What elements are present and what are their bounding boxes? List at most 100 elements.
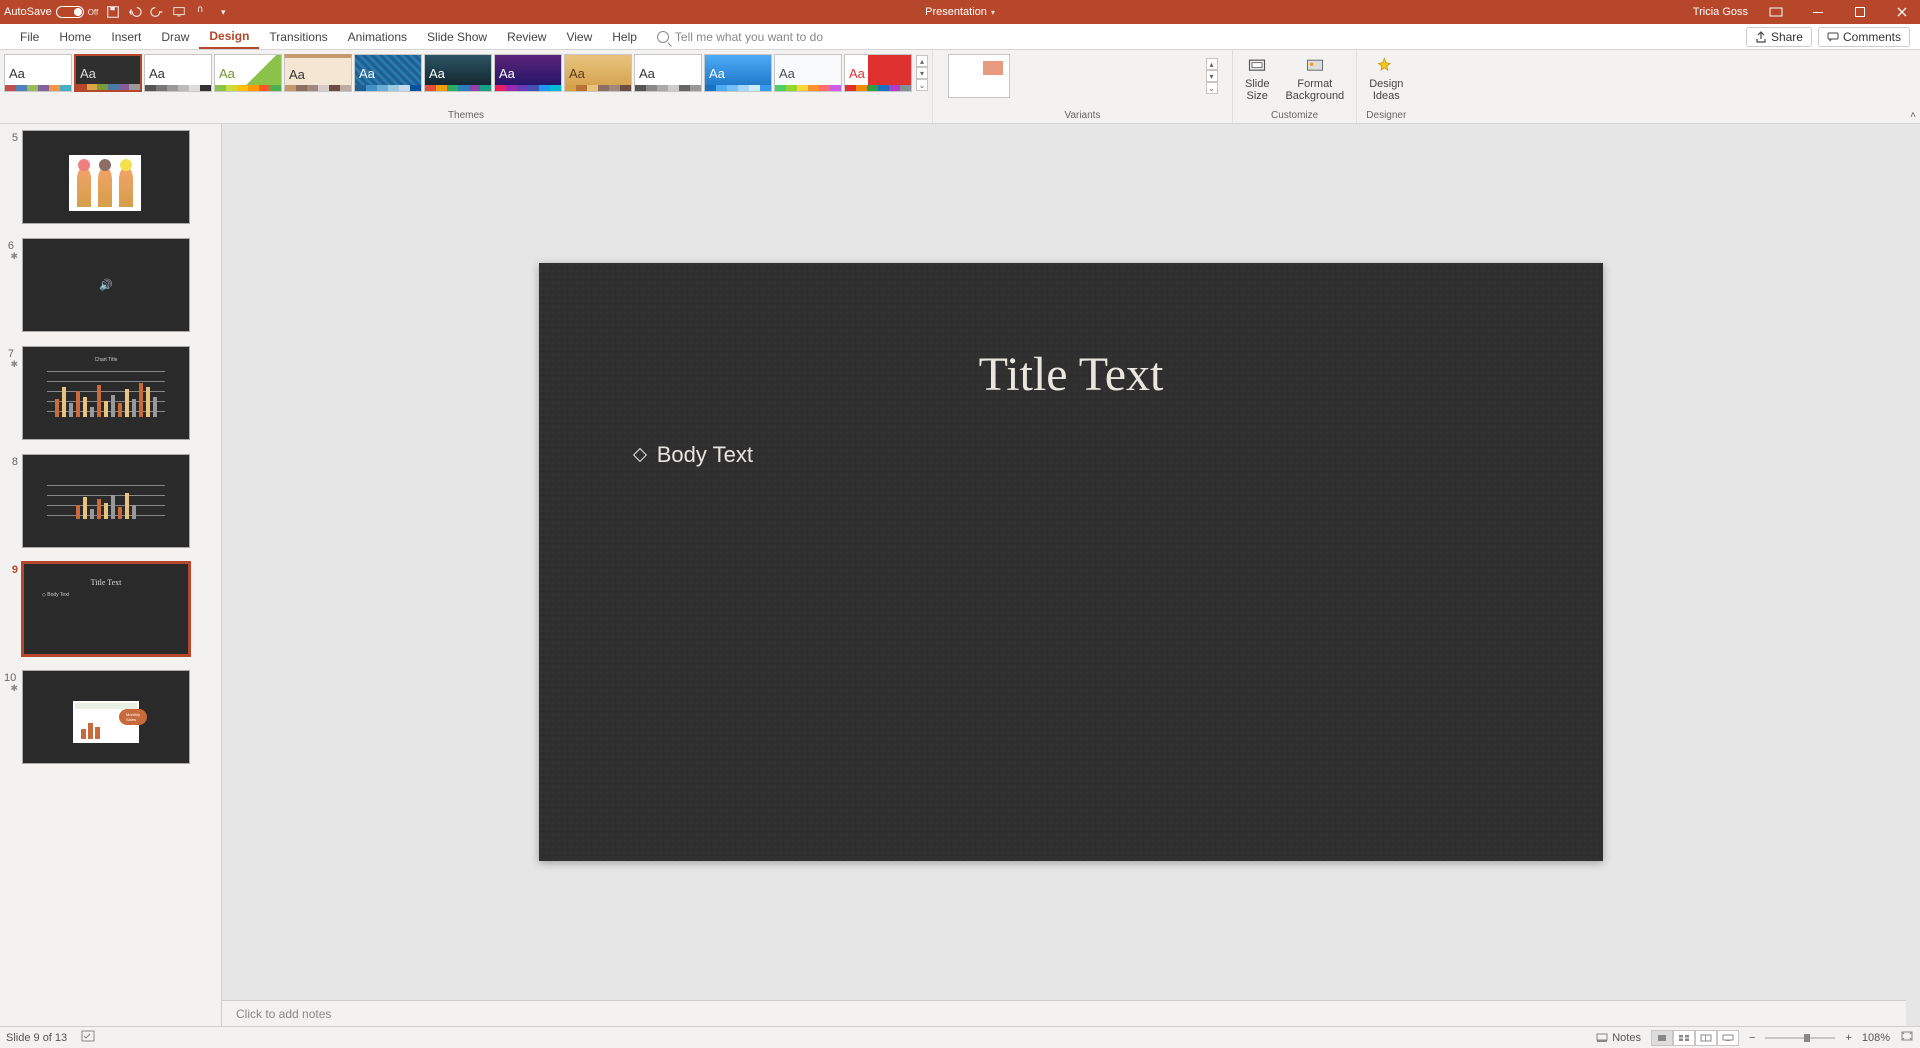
comments-button[interactable]: Comments	[1818, 27, 1910, 47]
tab-insert[interactable]: Insert	[101, 24, 151, 49]
theme-tile-10[interactable]: Aa	[634, 54, 702, 92]
ribbon-display-options-icon[interactable]	[1762, 0, 1790, 24]
theme-tile-12[interactable]: Aa	[774, 54, 842, 92]
tab-file[interactable]: File	[10, 24, 49, 49]
vertical-scrollbar[interactable]	[1906, 124, 1920, 1026]
undo-icon[interactable]	[128, 5, 142, 19]
slide-thumbnail-6[interactable]: 🔊	[22, 238, 190, 332]
share-button[interactable]: Share	[1746, 27, 1812, 47]
tab-design[interactable]: Design	[199, 24, 259, 49]
document-title[interactable]: Presentation	[925, 6, 987, 18]
format-background-button[interactable]: Format Background	[1277, 54, 1352, 104]
slide-thumbnail-7[interactable]: Chart Title	[22, 346, 190, 440]
gallery-up-icon[interactable]: ▴	[1206, 58, 1218, 70]
minimize-button[interactable]	[1804, 0, 1832, 24]
autosave-toggle[interactable]: AutoSave Off	[4, 6, 98, 18]
themes-gallery-scroll[interactable]: ▴ ▾ ⌄	[916, 55, 928, 91]
gallery-more-icon[interactable]: ⌄	[916, 79, 928, 91]
search-icon	[657, 31, 669, 43]
notes-icon	[1596, 1033, 1608, 1043]
theme-aa: Aa	[849, 66, 865, 81]
gallery-down-icon[interactable]: ▾	[1206, 70, 1218, 82]
tab-draw[interactable]: Draw	[151, 24, 199, 49]
autosave-switch-icon	[56, 6, 84, 18]
tab-transitions[interactable]: Transitions	[259, 24, 337, 49]
zoom-in-button[interactable]: +	[1845, 1032, 1851, 1044]
tab-view[interactable]: View	[556, 24, 602, 49]
zoom-slider[interactable]	[1765, 1037, 1835, 1039]
slide-thumbnail-8[interactable]	[22, 454, 190, 548]
tab-review[interactable]: Review	[497, 24, 556, 49]
design-ideas-label: Design Ideas	[1369, 78, 1403, 102]
theme-tile-2[interactable]: Aa	[74, 54, 142, 92]
tell-me-search[interactable]: Tell me what you want to do	[657, 30, 823, 44]
audio-icon: 🔊	[99, 279, 113, 292]
themes-group-label: Themes	[448, 110, 484, 123]
design-ideas-button[interactable]: Design Ideas	[1361, 54, 1411, 104]
animation-indicator-icon: ✱	[4, 684, 18, 693]
status-bar: Slide 9 of 13 Notes − + 108%	[0, 1026, 1920, 1048]
gallery-down-icon[interactable]: ▾	[916, 67, 928, 79]
normal-view-button[interactable]	[1651, 1030, 1673, 1046]
slideshow-view-button[interactable]	[1717, 1030, 1739, 1046]
theme-tile-8[interactable]: Aa	[494, 54, 562, 92]
spellcheck-icon[interactable]	[81, 1030, 95, 1045]
view-buttons	[1651, 1030, 1739, 1046]
comments-label: Comments	[1843, 30, 1901, 44]
tab-help[interactable]: Help	[602, 24, 647, 49]
collapse-ribbon-icon[interactable]: ˄	[1910, 110, 1916, 121]
variant-tile-1[interactable]	[948, 54, 1010, 98]
share-icon	[1755, 31, 1767, 43]
slide-size-button[interactable]: Slide Size	[1237, 54, 1277, 104]
theme-tile-11[interactable]: Aa	[704, 54, 772, 92]
designer-group-label: Designer	[1366, 110, 1406, 123]
format-background-label: Format Background	[1285, 78, 1344, 102]
zoom-level[interactable]: 108%	[1862, 1032, 1890, 1044]
reading-view-button[interactable]	[1695, 1030, 1717, 1046]
tab-slideshow[interactable]: Slide Show	[417, 24, 497, 49]
slide-body-placeholder[interactable]: Body Text	[635, 442, 753, 468]
close-button[interactable]	[1888, 0, 1916, 24]
gallery-more-icon[interactable]: ⌄	[1206, 82, 1218, 94]
animation-indicator-icon: ✱	[4, 252, 18, 261]
notes-pane[interactable]: Click to add notes	[222, 1000, 1920, 1026]
slide-canvas[interactable]: Title Text Body Text	[539, 263, 1603, 862]
slide-thumbnail-panel[interactable]: 5 6 ✱ 🔊 7 ✱	[0, 124, 222, 1026]
touch-mode-icon[interactable]	[194, 5, 208, 19]
notes-toggle-button[interactable]: Notes	[1596, 1032, 1641, 1044]
slide-position[interactable]: Slide 9 of 13	[6, 1032, 67, 1044]
theme-tile-3[interactable]: Aa	[144, 54, 212, 92]
slide-title-placeholder[interactable]: Title Text	[539, 347, 1603, 402]
tab-animations[interactable]: Animations	[338, 24, 417, 49]
variants-gallery-scroll[interactable]: ▴ ▾ ⌄	[1206, 58, 1218, 94]
ribbon-tabs: File Home Insert Draw Design Transitions…	[0, 24, 1920, 50]
theme-tile-6[interactable]: Aa	[354, 54, 422, 92]
slide-editor-area: Title Text Body Text Click to add notes	[222, 124, 1920, 1026]
save-icon[interactable]	[106, 5, 120, 19]
slide-thumbnail-10[interactable]: MonthlySales	[22, 670, 190, 764]
start-from-beginning-icon[interactable]	[172, 5, 186, 19]
share-label: Share	[1771, 30, 1803, 44]
theme-tile-7[interactable]: Aa	[424, 54, 492, 92]
slide-size-icon	[1247, 56, 1267, 76]
theme-tile-13[interactable]: Aa	[844, 54, 912, 92]
tab-home[interactable]: Home	[49, 24, 101, 49]
zoom-out-button[interactable]: −	[1749, 1032, 1755, 1044]
title-dropdown-icon[interactable]: ▾	[991, 8, 995, 17]
gallery-up-icon[interactable]: ▴	[916, 55, 928, 67]
qat-more-icon[interactable]: ▾	[216, 5, 230, 19]
theme-aa: Aa	[779, 66, 795, 81]
redo-icon[interactable]	[150, 5, 164, 19]
slide-thumbnail-9[interactable]: Title Text ◇ Body Text	[22, 562, 190, 656]
theme-tile-5[interactable]: Aa	[284, 54, 352, 92]
theme-tile-4[interactable]: Aa	[214, 54, 282, 92]
fit-to-window-button[interactable]	[1900, 1030, 1914, 1045]
user-name[interactable]: Tricia Goss	[1693, 6, 1748, 18]
theme-aa: Aa	[219, 66, 235, 81]
slide-sorter-view-button[interactable]	[1673, 1030, 1695, 1046]
theme-tile-1[interactable]: Aa	[4, 54, 72, 92]
slide-thumbnail-5[interactable]	[22, 130, 190, 224]
maximize-button[interactable]	[1846, 0, 1874, 24]
format-background-icon	[1305, 56, 1325, 76]
theme-tile-9[interactable]: Aa	[564, 54, 632, 92]
